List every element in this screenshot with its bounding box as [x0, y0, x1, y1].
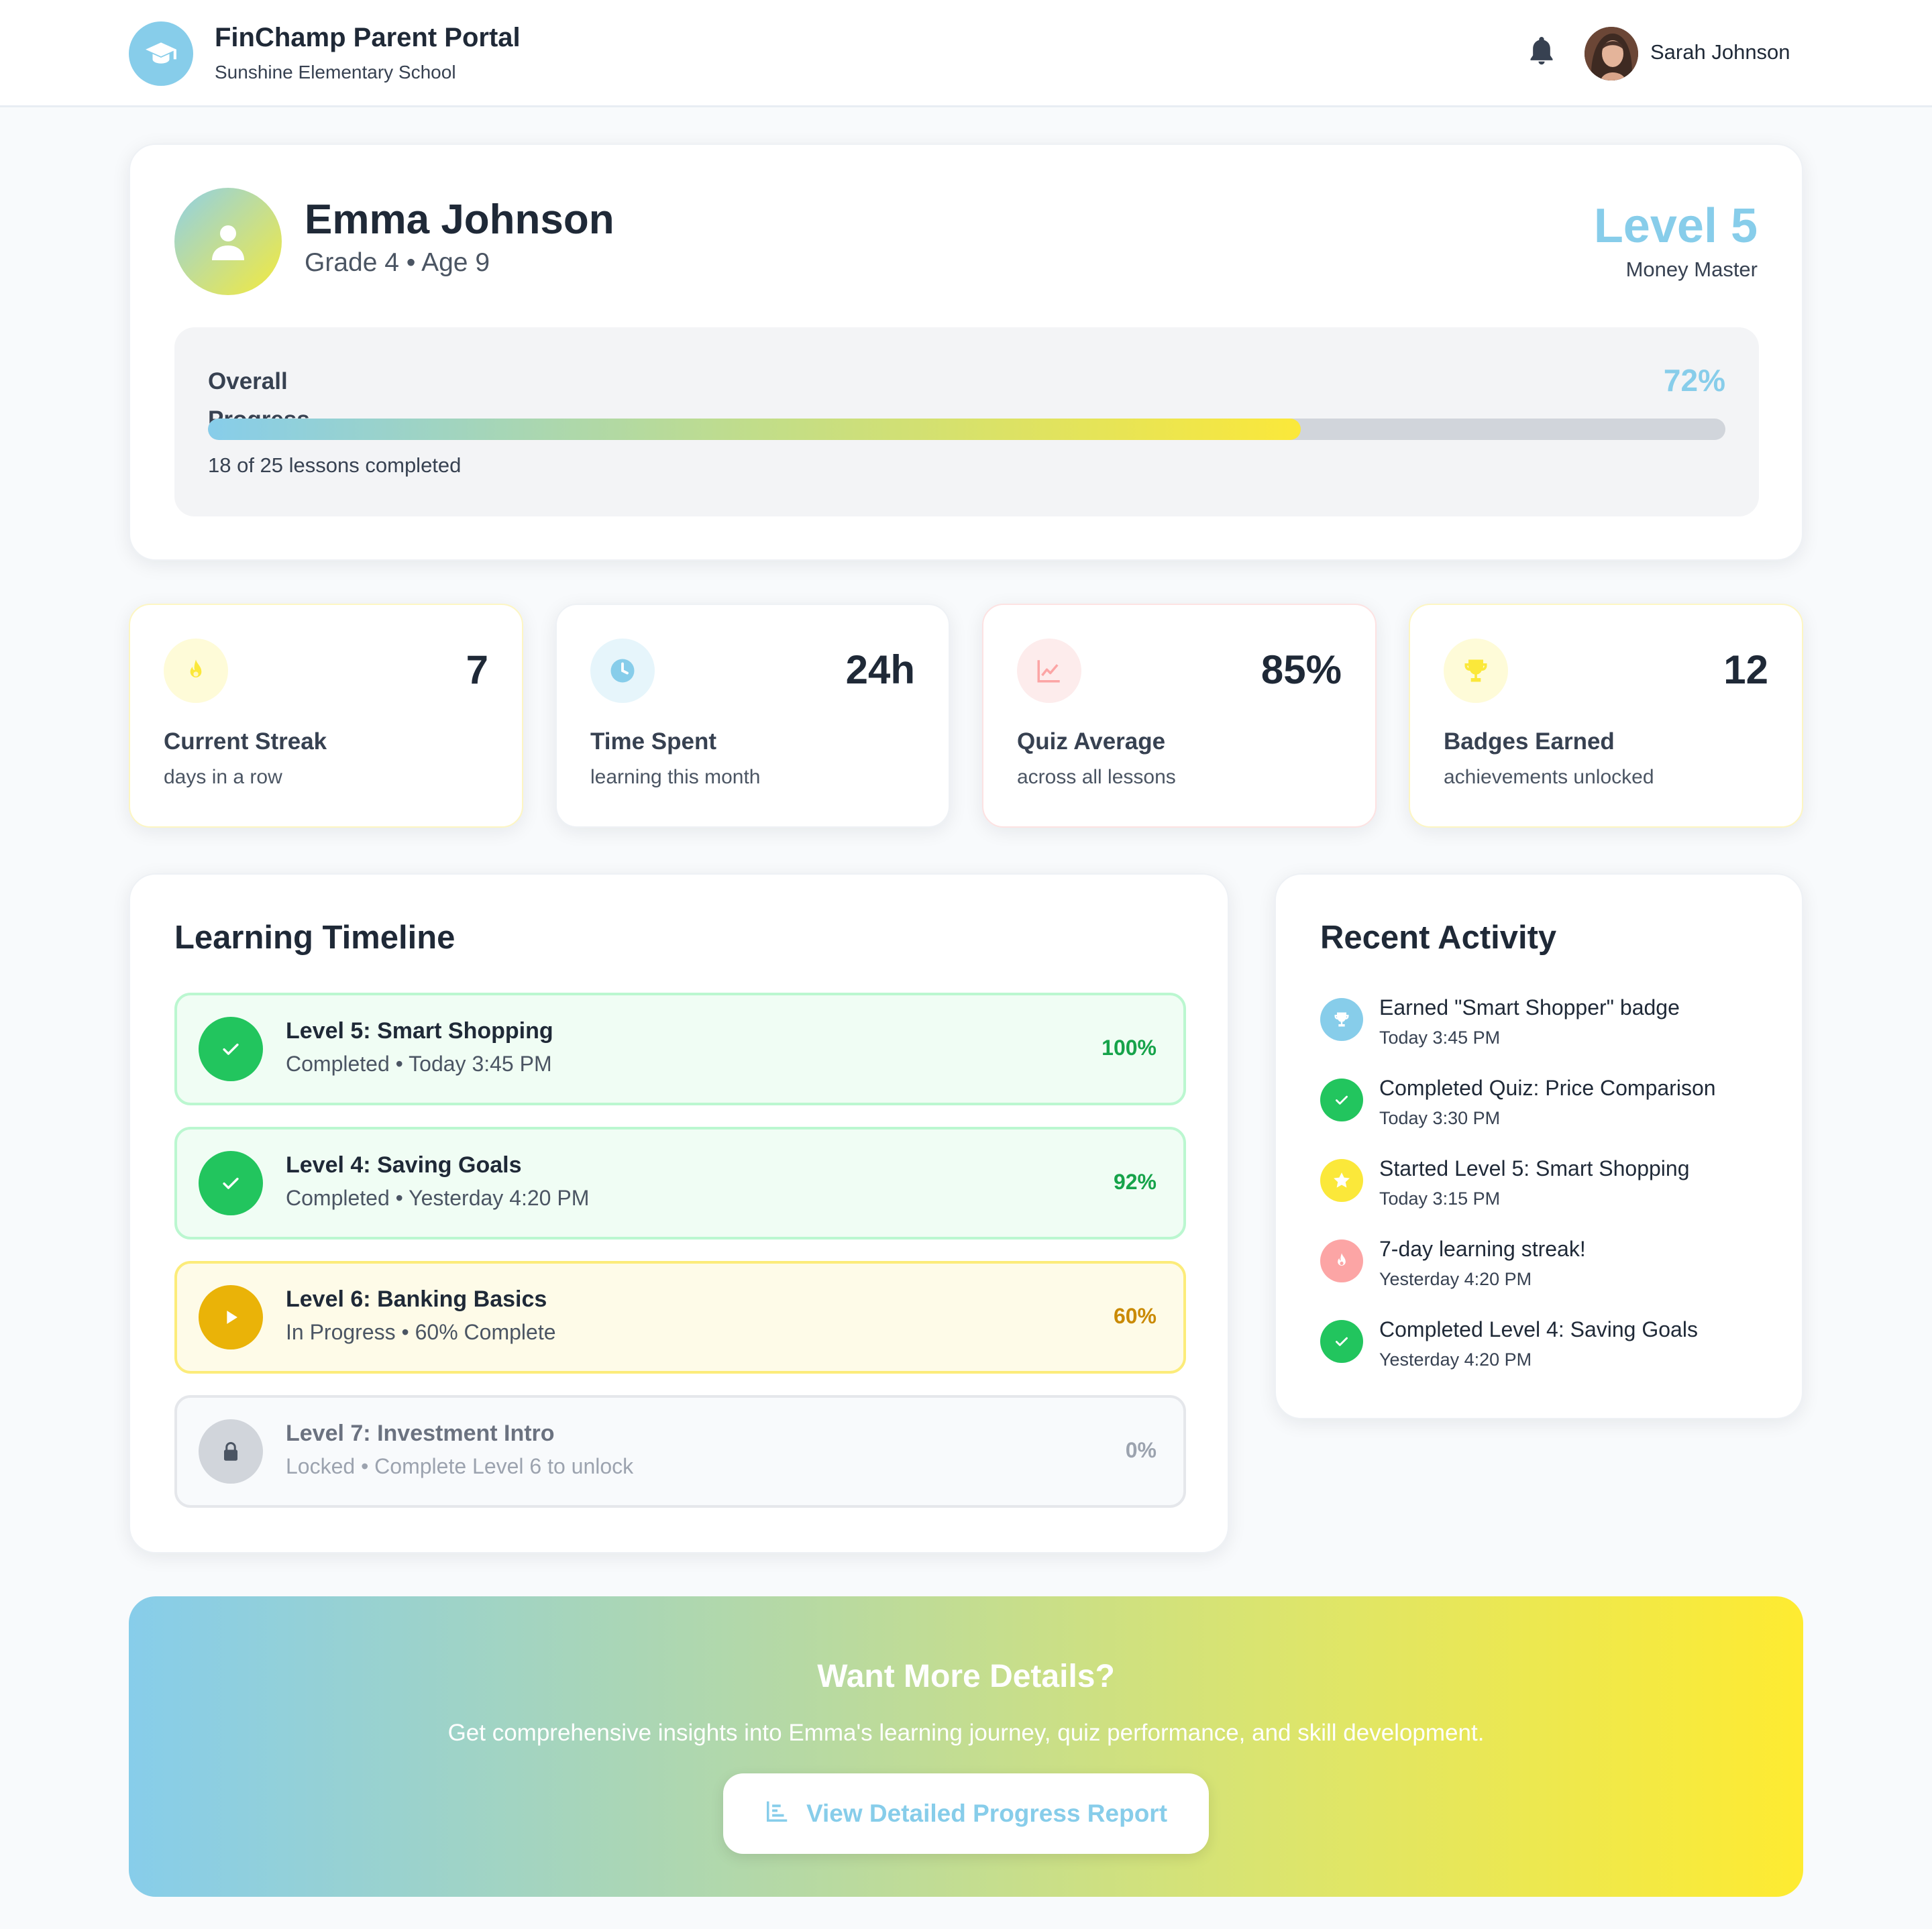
cta-text: Get comprehensive insights into Emma's l…: [447, 1720, 1485, 1746]
check-icon: [1320, 1320, 1363, 1363]
learning-timeline-card: Learning Timeline Level 5: Smart Shoppin…: [129, 873, 1229, 1553]
student-meta: Grade 4 • Age 9: [305, 248, 490, 277]
timeline-item-status: In Progress • 60% Complete: [286, 1320, 556, 1344]
timeline-item-percent: 0%: [1125, 1438, 1157, 1462]
chart-bar-icon: [765, 1798, 790, 1830]
timeline-item-title: Level 7: Investment Intro: [286, 1421, 555, 1446]
activity-item[interactable]: 7-day learning streak! Yesterday 4:20 PM: [1320, 1237, 1776, 1304]
progress-bar: [208, 419, 1725, 440]
activity-time: Today 3:45 PM: [1379, 1028, 1501, 1048]
avatar[interactable]: [1585, 27, 1638, 80]
app-title: FinChamp Parent Portal: [215, 23, 521, 52]
stat-subtext: days in a row: [164, 766, 282, 788]
activity-title: Earned "Smart Shopper" badge: [1379, 995, 1680, 1019]
details-cta-banner: Want More Details? Get comprehensive ins…: [129, 1596, 1803, 1897]
user-name[interactable]: Sarah Johnson: [1650, 40, 1790, 64]
stat-card-badges[interactable]: 12 Badges Earned achievements unlocked: [1409, 604, 1803, 828]
timeline-item-status: Locked • Complete Level 6 to unlock: [286, 1454, 634, 1478]
progress-percent: 72%: [1663, 363, 1725, 398]
timeline-item-title: Level 6: Banking Basics: [286, 1286, 547, 1312]
student-profile-card: Emma Johnson Grade 4 • Age 9 Level 5 Mon…: [129, 144, 1803, 561]
stat-label: Time Spent: [590, 728, 717, 755]
activity-title: 7-day learning streak!: [1379, 1237, 1586, 1261]
section-title: Recent Activity: [1320, 920, 1557, 956]
timeline-item[interactable]: Level 6: Banking Basics In Progress • 60…: [174, 1261, 1186, 1374]
stat-card-streak[interactable]: 7 Current Streak days in a row: [129, 604, 523, 828]
timeline-item-percent: 100%: [1102, 1036, 1157, 1060]
lock-icon: [199, 1419, 263, 1484]
activity-title: Completed Level 4: Saving Goals: [1379, 1317, 1698, 1341]
timeline-item[interactable]: Level 5: Smart Shopping Completed • Toda…: [174, 993, 1186, 1105]
check-icon: [199, 1151, 263, 1215]
top-header: FinChamp Parent Portal Sunshine Elementa…: [0, 0, 1932, 107]
star-icon: [1320, 1159, 1363, 1202]
activity-time: Today 3:15 PM: [1379, 1189, 1501, 1209]
lessons-completed-note: 18 of 25 lessons completed: [208, 453, 462, 477]
activity-title: Started Level 5: Smart Shopping: [1379, 1156, 1690, 1180]
timeline-item-title: Level 5: Smart Shopping: [286, 1018, 553, 1044]
stat-subtext: across all lessons: [1017, 766, 1176, 788]
overall-progress-panel: Overall Progress 72% 18 of 25 lessons co…: [174, 327, 1759, 516]
stat-value: 12: [1723, 647, 1768, 692]
activity-item[interactable]: Earned "Smart Shopper" badge Today 3:45 …: [1320, 995, 1776, 1062]
timeline-item-status: Completed • Today 3:45 PM: [286, 1052, 552, 1076]
activity-time: Yesterday 4:20 PM: [1379, 1349, 1532, 1370]
button-label: View Detailed Progress Report: [806, 1800, 1168, 1827]
progress-bar-fill: [208, 419, 1301, 440]
activity-item[interactable]: Started Level 5: Smart Shopping Today 3:…: [1320, 1156, 1776, 1223]
graduation-cap-icon[interactable]: [129, 21, 193, 86]
timeline-item-status: Completed • Yesterday 4:20 PM: [286, 1186, 590, 1210]
school-name: Sunshine Elementary School: [215, 62, 456, 82]
fire-icon: [1320, 1239, 1363, 1282]
stat-subtext: learning this month: [590, 766, 761, 788]
stat-value: 85%: [1260, 647, 1342, 692]
play-icon: [199, 1285, 263, 1349]
stat-label: Badges Earned: [1444, 728, 1615, 755]
stat-label: Current Streak: [164, 728, 327, 755]
timeline-item-title: Level 4: Saving Goals: [286, 1152, 522, 1178]
timeline-item[interactable]: Level 4: Saving Goals Completed • Yester…: [174, 1127, 1186, 1239]
view-progress-report-button[interactable]: View Detailed Progress Report: [723, 1773, 1209, 1854]
clock-icon: [590, 639, 655, 703]
stat-card-time[interactable]: 24h Time Spent learning this month: [555, 604, 950, 828]
trophy-icon: [1320, 998, 1363, 1041]
level-badge: Level 5: [1593, 199, 1758, 253]
activity-title: Completed Quiz: Price Comparison: [1379, 1076, 1716, 1100]
chart-line-icon: [1017, 639, 1081, 703]
activity-time: Yesterday 4:20 PM: [1379, 1269, 1532, 1289]
stat-card-quiz[interactable]: 85% Quiz Average across all lessons: [982, 604, 1377, 828]
level-title: Money Master: [1625, 258, 1758, 281]
stat-subtext: achievements unlocked: [1444, 766, 1654, 788]
stat-value: 7: [466, 647, 488, 692]
timeline-item-percent: 60%: [1113, 1304, 1157, 1328]
recent-activity-card: Recent Activity Earned "Smart Shopper" b…: [1275, 873, 1803, 1419]
stat-label: Quiz Average: [1017, 728, 1166, 755]
check-icon: [1320, 1079, 1363, 1121]
section-title: Learning Timeline: [174, 920, 455, 956]
bell-icon[interactable]: [1527, 35, 1556, 68]
stat-value: 24h: [845, 647, 915, 692]
timeline-item-percent: 92%: [1113, 1170, 1157, 1194]
activity-item[interactable]: Completed Level 4: Saving Goals Yesterda…: [1320, 1317, 1776, 1384]
trophy-icon: [1444, 639, 1508, 703]
student-name: Emma Johnson: [305, 197, 614, 243]
cta-title: Want More Details?: [817, 1659, 1115, 1694]
user-icon: [174, 188, 282, 295]
timeline-item[interactable]: Level 7: Investment Intro Locked • Compl…: [174, 1395, 1186, 1508]
activity-item[interactable]: Completed Quiz: Price Comparison Today 3…: [1320, 1076, 1776, 1143]
check-icon: [199, 1017, 263, 1081]
fire-icon: [164, 639, 228, 703]
activity-time: Today 3:30 PM: [1379, 1108, 1501, 1128]
